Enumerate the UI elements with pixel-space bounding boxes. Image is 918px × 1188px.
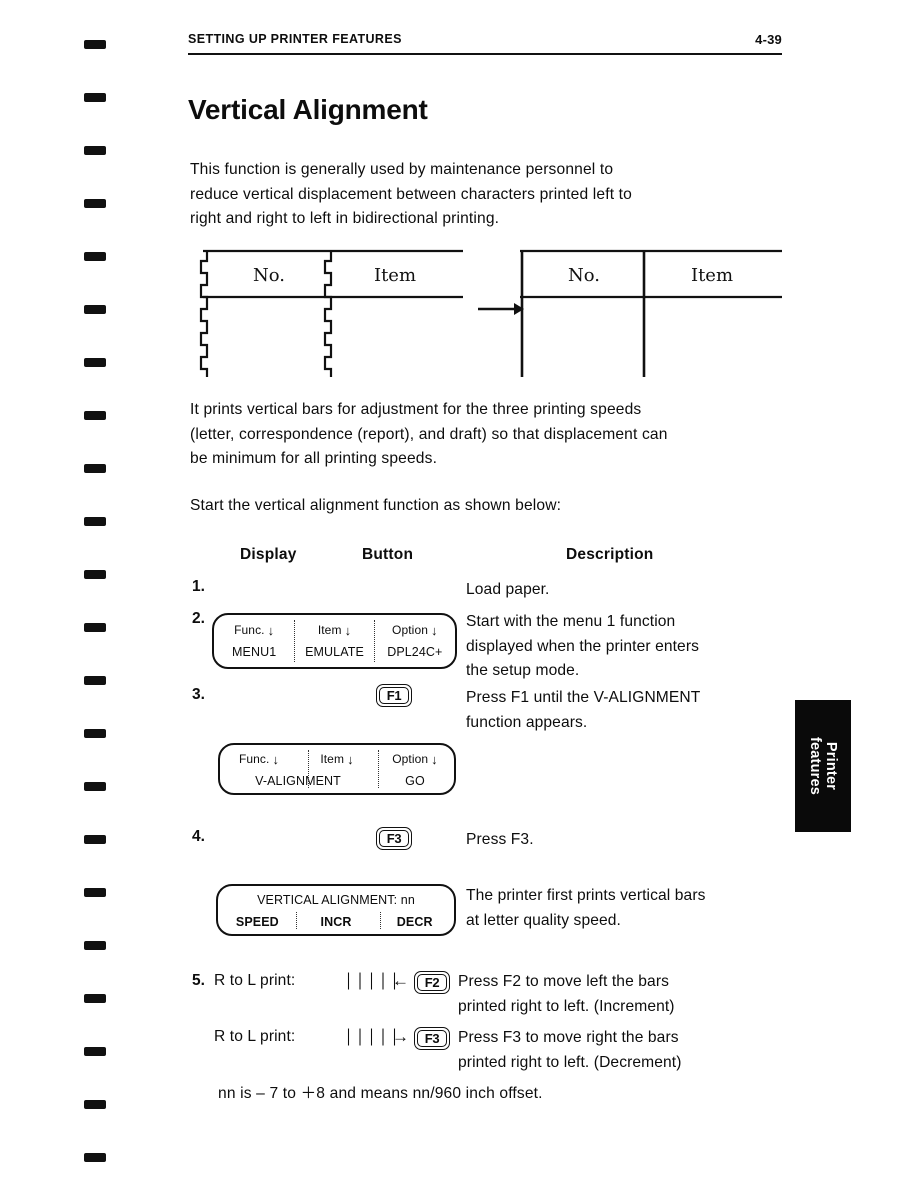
lcd-label-item: Item ↓ bbox=[298, 752, 376, 766]
step-1-number: 1. bbox=[192, 578, 205, 595]
button-f3[interactable]: F3 bbox=[376, 827, 412, 850]
bars-paragraph: It prints vertical bars for adjustment f… bbox=[190, 401, 668, 467]
binding-mark bbox=[84, 676, 106, 685]
down-arrow-icon: ↓ bbox=[431, 751, 438, 767]
lcd-value-speed: SPEED bbox=[235, 915, 279, 929]
lcd-label-func: Func. ↓ bbox=[214, 623, 294, 637]
button-f1-label: F1 bbox=[379, 687, 409, 704]
right-arrow-icon: → bbox=[392, 1027, 409, 1046]
lcd-value-incr: INCR bbox=[320, 915, 352, 929]
step-4-number: 4. bbox=[192, 828, 205, 845]
lcd-label-option-text: Option bbox=[392, 752, 429, 766]
button-f2-label: F2 bbox=[417, 974, 447, 991]
step-3-description: Press F1 until the V-ALIGNMENT function … bbox=[466, 689, 701, 731]
lcd-value-option: DPL24C+ bbox=[387, 645, 443, 659]
lcd-label-item: Item ↓ bbox=[294, 623, 374, 637]
step-2-number: 2. bbox=[192, 610, 205, 627]
lcd-label-option: Option ↓ bbox=[375, 623, 455, 637]
binding-mark bbox=[84, 941, 106, 950]
step-2-description: Start with the menu 1 function displayed… bbox=[466, 613, 700, 679]
binding-mark bbox=[84, 464, 106, 473]
down-arrow-icon: ↓ bbox=[272, 751, 280, 767]
binding-mark bbox=[84, 835, 106, 844]
left-arrow-icon: ← bbox=[392, 971, 409, 990]
column-header-description: Description bbox=[566, 546, 654, 563]
column-header-display: Display bbox=[240, 546, 297, 563]
step-5b-description: Press F3 to move right the bars printed … bbox=[458, 1029, 682, 1071]
lcd-value-decr: DECR bbox=[396, 915, 433, 929]
lcd-label-item-text: Item bbox=[317, 623, 342, 637]
button-f3-step5[interactable]: F3 bbox=[414, 1027, 450, 1050]
binding-mark bbox=[84, 782, 106, 791]
lcd-label-func-text: Func. bbox=[234, 623, 265, 637]
header-rule bbox=[188, 53, 782, 55]
binding-holes bbox=[84, 40, 114, 1162]
down-arrow-icon: ↓ bbox=[347, 751, 354, 767]
lcd-panel-vertical-alignment: VERTICAL ALIGNMENT: nn SPEED INCR DECR bbox=[216, 884, 456, 936]
step-5a-description: Press F2 to move left the bars printed r… bbox=[458, 973, 675, 1015]
lcd-label-item-text: Item bbox=[320, 752, 345, 766]
start-paragraph: Start the vertical alignment function as… bbox=[190, 497, 562, 514]
binding-mark bbox=[84, 358, 106, 367]
cell-no: No. bbox=[568, 265, 600, 286]
cell-item: Item bbox=[691, 265, 733, 286]
lcd-title-vertical-alignment: VERTICAL ALIGNMENT: nn bbox=[257, 893, 415, 907]
button-f3-label: F3 bbox=[379, 830, 409, 847]
aligned-table: No. Item bbox=[512, 245, 784, 380]
button-f1[interactable]: F1 bbox=[376, 684, 412, 707]
binding-mark bbox=[84, 146, 106, 155]
header-title: SETTING UP PRINTER FEATURES bbox=[188, 32, 402, 46]
lcd-label-option: Option ↓ bbox=[376, 752, 454, 766]
step-4-description-2: The printer first prints vertical bars a… bbox=[466, 887, 706, 929]
step-5a-label: R to L print: bbox=[214, 972, 296, 989]
alignment-figure: No. Item No. Item bbox=[190, 245, 790, 385]
binding-mark bbox=[84, 994, 106, 1003]
misaligned-table: No. Item bbox=[195, 245, 465, 380]
footer-ghost bbox=[420, 1168, 820, 1174]
binding-mark bbox=[84, 888, 106, 897]
step-5-number: 5. bbox=[192, 972, 205, 989]
cell-item: Item bbox=[374, 265, 416, 286]
lcd-value-func: MENU1 bbox=[232, 645, 277, 659]
binding-mark bbox=[84, 570, 106, 579]
lcd-panel-menu1: Func. ↓ Item ↓ Option ↓ MENU1 EMULATE DP… bbox=[212, 613, 457, 669]
lcd-label-option-text: Option bbox=[392, 623, 428, 637]
column-header-button: Button bbox=[362, 546, 414, 563]
down-arrow-icon: ↓ bbox=[344, 622, 352, 638]
intro-paragraph: This function is generally used by maint… bbox=[190, 161, 632, 227]
lcd-panel-valignment: Func. ↓ Item ↓ Option ↓ V-ALIGNMENT GO bbox=[218, 743, 456, 795]
lcd-label-func-text: Func. bbox=[238, 752, 270, 766]
binding-mark bbox=[84, 623, 106, 632]
nn-note: nn is – 7 to ＋8 and means nn/960 inch of… bbox=[218, 1085, 543, 1102]
step-4-description: Press F3. bbox=[466, 831, 534, 848]
down-arrow-icon: ↓ bbox=[267, 622, 275, 638]
lcd-label-func: Func. ↓ bbox=[220, 752, 298, 766]
thumb-tab-label: Printer features bbox=[807, 736, 839, 795]
binding-mark bbox=[84, 517, 106, 526]
step-1-description: Load paper. bbox=[466, 581, 550, 598]
page-number: 4-39 bbox=[755, 32, 782, 47]
lcd-value-func: V-ALIGNMENT bbox=[255, 774, 341, 788]
step-5b-label: R to L print: bbox=[214, 1028, 296, 1045]
lcd-value-item: EMULATE bbox=[305, 645, 364, 659]
down-arrow-icon: ↓ bbox=[431, 622, 438, 638]
binding-mark bbox=[84, 1047, 106, 1056]
binding-mark bbox=[84, 199, 106, 208]
step-3-number: 3. bbox=[192, 686, 205, 703]
binding-mark bbox=[84, 1153, 106, 1162]
thumb-tab-printer-features: Printer features bbox=[795, 700, 851, 832]
document-page: SETTING UP PRINTER FEATURES 4-39 Vertica… bbox=[0, 0, 918, 1188]
binding-mark bbox=[84, 305, 106, 314]
binding-mark bbox=[84, 411, 106, 420]
lcd-value-option: GO bbox=[405, 774, 425, 788]
button-f3-step5-label: F3 bbox=[417, 1030, 447, 1047]
binding-mark bbox=[84, 93, 106, 102]
binding-mark bbox=[84, 252, 106, 261]
cell-no: No. bbox=[253, 265, 285, 286]
binding-mark bbox=[84, 729, 106, 738]
binding-mark bbox=[84, 1100, 106, 1109]
page-title: Vertical Alignment bbox=[188, 94, 428, 125]
binding-mark bbox=[84, 40, 106, 49]
button-f2[interactable]: F2 bbox=[414, 971, 450, 994]
